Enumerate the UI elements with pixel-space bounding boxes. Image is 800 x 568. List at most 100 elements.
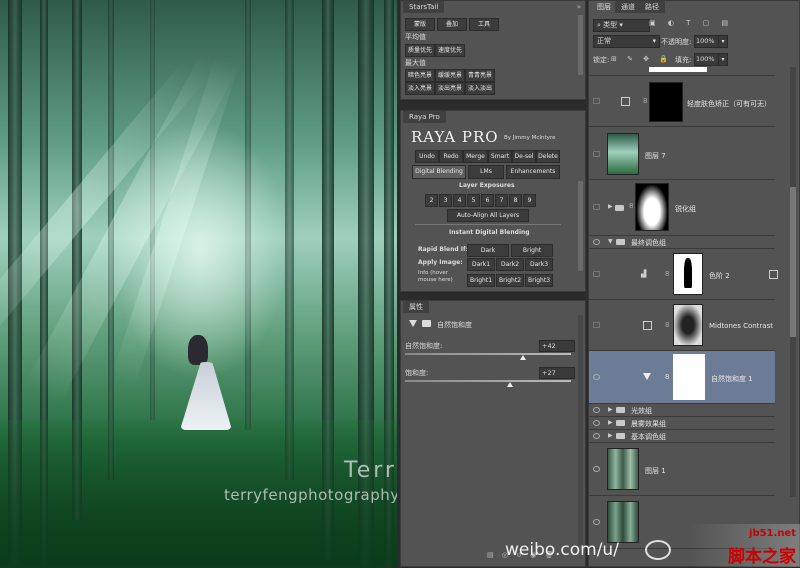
- layer-row[interactable]: 8 轻度肤色矫正（可有可无）: [589, 76, 775, 127]
- dark3-button[interactable]: Dark3: [525, 258, 553, 271]
- starstail-button[interactable]: 淡出亮景: [435, 82, 465, 95]
- eye-icon[interactable]: [593, 466, 600, 472]
- layer-name[interactable]: 光效组: [631, 406, 652, 416]
- starstail-scrollbar[interactable]: [578, 15, 583, 75]
- tab-enhancements[interactable]: Enhancements: [506, 165, 560, 179]
- layer-name[interactable]: 图层 1: [645, 466, 666, 476]
- starstail-button[interactable]: 青青亮景: [465, 69, 495, 82]
- exposure-7-button[interactable]: 7: [495, 194, 508, 207]
- layer-row[interactable]: 图层 1: [589, 443, 775, 496]
- starstail-button[interactable]: 暗色亮景: [405, 69, 435, 82]
- layer-group-row[interactable]: ▶ 基本调色组: [589, 430, 775, 443]
- saturation-value-field[interactable]: +27: [539, 367, 575, 379]
- exposure-5-button[interactable]: 5: [467, 194, 480, 207]
- mask-icon[interactable]: [422, 320, 431, 327]
- chevron-right-icon[interactable]: ▶: [608, 203, 613, 210]
- eye-icon[interactable]: [593, 239, 600, 245]
- chevron-right-icon[interactable]: ▶: [608, 406, 613, 413]
- chevron-right-icon[interactable]: ▶: [608, 432, 613, 439]
- fill-input[interactable]: 100%: [694, 53, 719, 66]
- fill-dropdown-icon[interactable]: ▾: [718, 53, 728, 66]
- auto-align-button[interactable]: Auto-Align All Layers: [447, 209, 529, 222]
- blend-mode-select[interactable]: 正常 ▾: [593, 35, 660, 48]
- dark1-button[interactable]: Dark1: [467, 258, 495, 271]
- layer-group-row[interactable]: ▼ 最终调色组: [589, 236, 775, 249]
- layer-group-row[interactable]: ▶ 光效组: [589, 404, 775, 417]
- merge-button[interactable]: Merge: [463, 150, 488, 163]
- layer-group-row[interactable]: ▶ 8 锐化组: [589, 180, 775, 236]
- filter-icons[interactable]: ▣ ◐ T ▢ ▤: [649, 19, 733, 27]
- eye-icon[interactable]: [593, 407, 600, 413]
- starstail-mask-button[interactable]: 蒙版: [405, 18, 435, 31]
- lock-icons[interactable]: ⊞ ✎ ✥ 🔒: [611, 55, 672, 63]
- visibility-off-icon[interactable]: [593, 98, 600, 104]
- saturation-slider-handle[interactable]: [507, 382, 514, 387]
- tab-digital-blending[interactable]: Digital Blending: [412, 165, 466, 179]
- layer-name[interactable]: 最终调色组: [631, 238, 666, 248]
- layer-row[interactable]: 8 Midtones Contrast: [589, 300, 775, 351]
- redo-button[interactable]: Redo: [439, 150, 463, 163]
- rapid-dark-button[interactable]: Dark: [467, 244, 509, 257]
- quality-first-button[interactable]: 质量优先: [405, 44, 435, 57]
- exposure-3-button[interactable]: 3: [439, 194, 452, 207]
- exposure-4-button[interactable]: 4: [453, 194, 466, 207]
- exposure-9-button[interactable]: 9: [523, 194, 536, 207]
- info-hover-text[interactable]: Info (hover mouse here): [418, 270, 462, 284]
- smart-button[interactable]: Smart: [488, 150, 512, 163]
- layer-row[interactable]: ▟ 8 色阶 2: [589, 249, 778, 300]
- layer-name[interactable]: 轻度肤色矫正（可有可无）: [687, 99, 771, 109]
- starstail-overlay-button[interactable]: 叠加: [437, 18, 467, 31]
- exposure-6-button[interactable]: 6: [481, 194, 494, 207]
- layer-name[interactable]: 晨雾效果组: [631, 419, 666, 429]
- opacity-dropdown-icon[interactable]: ▾: [718, 35, 728, 48]
- vibrance-slider-handle[interactable]: [519, 355, 526, 360]
- layer-group-row[interactable]: ▶ 晨雾效果组: [589, 417, 775, 430]
- layers-scrollbar[interactable]: [790, 67, 796, 497]
- starstail-button[interactable]: 缓缓亮景: [435, 69, 465, 82]
- tab-lms[interactable]: LMs: [468, 165, 504, 179]
- layer-name[interactable]: 基本调色组: [631, 432, 666, 442]
- dark2-button[interactable]: Dark2: [496, 258, 524, 271]
- visibility-off-icon[interactable]: [593, 151, 600, 157]
- properties-scrollbar[interactable]: [578, 315, 583, 545]
- starstail-tools-button[interactable]: 工具: [469, 18, 499, 31]
- tab-layers[interactable]: 图层: [591, 1, 617, 13]
- eye-icon[interactable]: [593, 420, 600, 426]
- layer-filter-select[interactable]: ⌕ 类型 ▾: [593, 19, 650, 32]
- layer-row-selected[interactable]: 8 自然饱和度 1: [589, 351, 775, 404]
- opacity-input[interactable]: 100%: [694, 35, 719, 48]
- rapid-bright-button[interactable]: Bright: [511, 244, 553, 257]
- chevron-right-icon[interactable]: ▶: [608, 419, 613, 426]
- deselect-button[interactable]: De-sel: [512, 150, 536, 163]
- vibrance-value-field[interactable]: +42: [539, 340, 575, 352]
- layer-name[interactable]: Midtones Contrast: [709, 322, 773, 330]
- exposure-8-button[interactable]: 8: [509, 194, 522, 207]
- eye-icon[interactable]: [593, 374, 600, 380]
- visibility-off-icon[interactable]: [593, 204, 600, 210]
- tab-starstail[interactable]: StarsTail: [403, 1, 445, 13]
- bright2-button[interactable]: Bright2: [496, 274, 524, 287]
- eye-icon[interactable]: [593, 433, 600, 439]
- raya-scrollbar[interactable]: [578, 181, 583, 271]
- tab-raya-pro[interactable]: Raya Pro: [403, 111, 446, 123]
- exposure-2-button[interactable]: 2: [425, 194, 438, 207]
- visibility-off-icon[interactable]: [593, 271, 600, 277]
- speed-first-button[interactable]: 速度优先: [435, 44, 465, 57]
- tab-properties[interactable]: 属性: [403, 301, 429, 313]
- layer-name[interactable]: 锐化组: [675, 204, 696, 214]
- bright3-button[interactable]: Bright3: [525, 274, 553, 287]
- eye-icon[interactable]: [593, 519, 600, 525]
- starstail-button[interactable]: 淡入淡出: [465, 82, 495, 95]
- starstail-button[interactable]: 淡入亮景: [405, 82, 435, 95]
- tab-channels[interactable]: 通道: [615, 1, 641, 13]
- tab-paths[interactable]: 路径: [639, 1, 665, 13]
- bright1-button[interactable]: Bright1: [467, 274, 495, 287]
- delete-button[interactable]: Delete: [536, 150, 560, 163]
- layer-row[interactable]: 图层 7: [589, 127, 775, 180]
- undo-button[interactable]: Undo: [415, 150, 439, 163]
- chevron-down-icon[interactable]: ▼: [608, 238, 613, 245]
- panel-close-icon[interactable]: »: [577, 3, 581, 11]
- visibility-off-icon[interactable]: [593, 322, 600, 328]
- layer-name[interactable]: 自然饱和度 1: [711, 374, 753, 384]
- layer-name[interactable]: 图层 7: [645, 151, 666, 161]
